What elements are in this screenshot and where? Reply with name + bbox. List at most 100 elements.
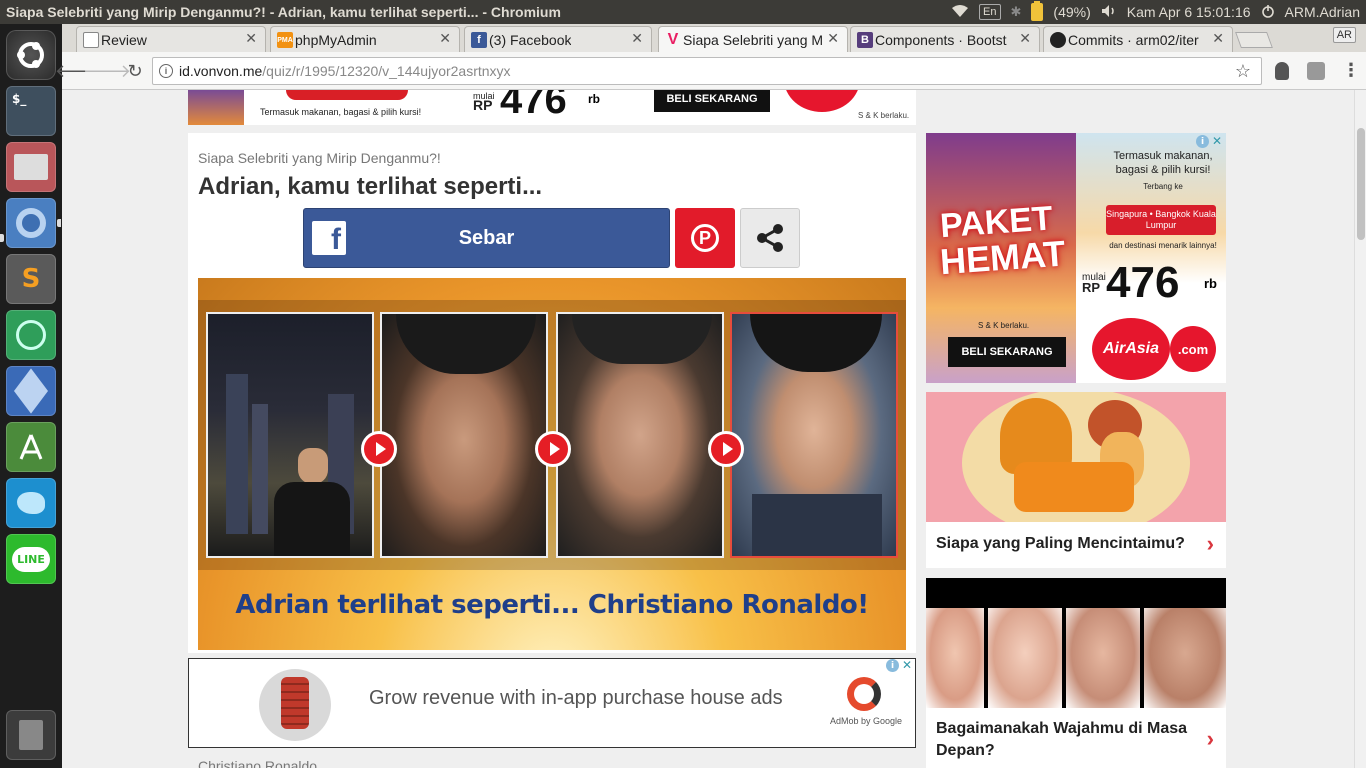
pinterest-share-button[interactable]: P <box>675 208 735 268</box>
battery-icon[interactable] <box>1031 1 1044 21</box>
close-icon[interactable]: ✕ <box>1212 30 1224 47</box>
banner-rb: rb <box>588 92 600 106</box>
info-icon[interactable]: i <box>159 64 173 78</box>
ad-rb: rb <box>1204 276 1217 291</box>
close-icon[interactable]: ✕ <box>902 658 912 672</box>
result-caption: Adrian terlihat seperti... Christiano Ro… <box>235 590 869 620</box>
banner-terms: S & K berlaku. <box>858 111 910 120</box>
profile-button[interactable]: AR <box>1332 27 1356 43</box>
adchoices-icon[interactable]: i <box>1196 135 1209 148</box>
close-icon[interactable]: ✕ <box>1212 134 1222 148</box>
menu-icon[interactable]: ⋮ <box>1342 60 1360 81</box>
tab-vonvon[interactable]: V Siapa Selebriti yang M ✕ <box>658 26 848 52</box>
top-airasia-banner[interactable]: Termasuk makanan, bagasi & pilih kursi! … <box>188 90 916 125</box>
banner-buy-button[interactable]: BELI SEKARANG <box>654 90 770 112</box>
bluetooth-icon[interactable]: ✱ <box>1011 4 1022 20</box>
bookmark-star-icon[interactable]: ☆ <box>1235 61 1251 82</box>
sublime-text-icon[interactable]: S <box>6 254 56 304</box>
close-icon[interactable]: ✕ <box>439 30 451 47</box>
pinterest-icon: P <box>691 224 719 252</box>
new-tab-button[interactable] <box>1235 32 1273 48</box>
extension-cube-icon[interactable] <box>1307 62 1325 80</box>
adchoices-icon[interactable]: i <box>886 659 899 672</box>
system-top-panel: Siapa Selebriti yang Mirip Denganmu?! - … <box>0 0 1366 24</box>
ad-price: 476 <box>1106 258 1180 307</box>
paket-hemat-text: PAKET HEMAT <box>938 199 1067 283</box>
tab-label: Review <box>101 31 147 48</box>
admob-brand: AdMob by Google <box>830 716 903 726</box>
files-icon[interactable] <box>6 142 56 192</box>
ad-more-destinations: dan destinasi menarik lainnya! <box>1109 241 1217 250</box>
system-tray: En ✱ (49%) Kam Apr 6 15:01:16 ARM.Adrian <box>951 0 1360 24</box>
keyboard-layout-indicator[interactable]: En <box>979 4 1001 20</box>
more-share-button[interactable] <box>740 208 800 268</box>
browser-tab-bar: Review ✕ PMA phpMyAdmin ✕ f (3) Facebook… <box>62 24 1366 52</box>
chevron-right-icon[interactable]: › <box>1207 726 1214 752</box>
extension-bulb-icon[interactable] <box>1275 62 1289 80</box>
result-image: Adrian terlihat seperti... Christiano Ro… <box>198 278 906 650</box>
banner-small-text: Termasuk makanan, bagasi & pilih kursi! <box>260 107 422 117</box>
browser-toolbar: 🡐 🡒 ↻ i id.vonvon.me/quiz/r/1995/12320/v… <box>55 52 1366 90</box>
ad-destinations: Singapura • Bangkok Kuala Lumpur <box>1106 205 1216 235</box>
ad-buy-button[interactable]: BELI SEKARANG <box>948 337 1066 367</box>
user-name[interactable]: ARM.Adrian <box>1285 4 1360 20</box>
related-quiz-thumbnail <box>926 392 1226 522</box>
vonvon-icon: V <box>667 31 679 48</box>
tab-label: (3) Facebook <box>489 31 572 48</box>
related-quiz-card[interactable]: Siapa yang Paling Mencintaimu? › <box>926 392 1226 568</box>
atom-icon[interactable] <box>6 310 56 360</box>
terminal-icon[interactable]: $_ <box>6 86 56 136</box>
reload-button[interactable]: ↻ <box>124 60 146 82</box>
tab-label: Commits · arm02/iter <box>1068 31 1199 48</box>
scrollbar-thumb[interactable] <box>1357 128 1365 240</box>
virtualbox-icon[interactable] <box>6 366 56 416</box>
close-icon[interactable]: ✕ <box>827 30 839 47</box>
tab-facebook[interactable]: f (3) Facebook ✕ <box>464 26 652 52</box>
app-launcher: $_ S LINE <box>0 24 62 768</box>
chromium-icon[interactable] <box>6 198 56 248</box>
morph-photo-1 <box>380 312 548 558</box>
page-viewport: Termasuk makanan, bagasi & pilih kursi! … <box>62 90 1366 768</box>
tab-review[interactable]: Review ✕ <box>76 26 266 52</box>
clock[interactable]: Kam Apr 6 15:01:16 <box>1127 4 1251 20</box>
line-icon[interactable]: LINE <box>6 534 56 584</box>
related-quiz-title[interactable]: Siapa yang Paling Mencintaimu? <box>936 533 1198 555</box>
bird-app-icon[interactable] <box>6 478 56 528</box>
trash-icon[interactable] <box>6 710 56 760</box>
quiz-title[interactable]: Siapa Selebriti yang Mirip Denganmu?! <box>198 150 441 166</box>
celebrity-photo <box>730 312 898 558</box>
chevron-right-icon[interactable]: › <box>1207 531 1214 557</box>
tab-label: Components · Bootst <box>875 31 1007 48</box>
close-icon[interactable]: ✕ <box>245 30 257 47</box>
wifi-icon[interactable] <box>951 4 969 21</box>
sidebar-airasia-ad[interactable]: PAKET HEMAT Termasuk makanan, bagasi & p… <box>926 133 1226 383</box>
doc-icon <box>83 32 99 48</box>
volume-icon[interactable] <box>1101 4 1117 21</box>
power-icon[interactable] <box>1261 4 1275 21</box>
android-studio-icon[interactable] <box>6 422 56 472</box>
share-icon <box>757 224 783 252</box>
facebook-icon: f <box>312 221 346 255</box>
arrow-right-icon <box>361 431 397 467</box>
ad-terms: S & K berlaku. <box>978 321 1030 330</box>
related-quiz-title[interactable]: Bagaimanakah Wajahmu di Masa Depan? <box>936 718 1198 762</box>
page-scrollbar[interactable] <box>1354 90 1366 768</box>
tab-github[interactable]: Commits · arm02/iter ✕ <box>1043 26 1233 52</box>
tab-phpmyadmin[interactable]: PMA phpMyAdmin ✕ <box>270 26 460 52</box>
ubuntu-dash-icon[interactable] <box>6 30 56 80</box>
ad-text: Grow revenue with in-app purchase house … <box>369 687 783 709</box>
coin-stack-icon <box>281 677 309 729</box>
close-icon[interactable]: ✕ <box>1019 30 1031 47</box>
related-quiz-card[interactable]: Bagaimanakah Wajahmu di Masa Depan? › <box>926 578 1226 768</box>
battery-percent: (49%) <box>1053 4 1091 20</box>
close-icon[interactable]: ✕ <box>631 30 643 47</box>
facebook-share-button[interactable]: f Sebar <box>303 208 670 268</box>
facebook-icon: f <box>471 32 487 48</box>
tab-bootstrap[interactable]: B Components · Bootst ✕ <box>850 26 1040 52</box>
address-bar[interactable]: i id.vonvon.me/quiz/r/1995/12320/v_144uj… <box>152 57 1262 85</box>
tab-label: Siapa Selebriti yang M <box>683 31 823 48</box>
admob-ad[interactable]: Grow revenue with in-app purchase house … <box>188 658 916 748</box>
airasia-logo <box>784 90 860 112</box>
forward-button[interactable]: 🡒 <box>83 60 131 82</box>
banner-mulai: mulai RP <box>473 91 495 113</box>
